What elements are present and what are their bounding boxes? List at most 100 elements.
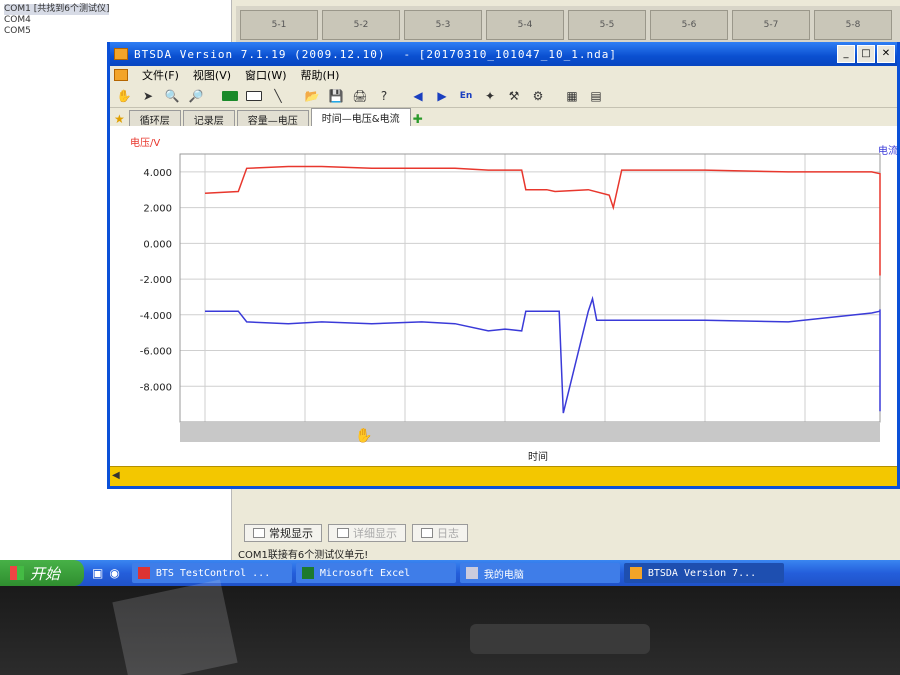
file-title: - [20170310_101047_10_1.nda] xyxy=(403,47,617,61)
tab-capacity-voltage[interactable]: 容量—电压 xyxy=(236,110,309,127)
close-button[interactable]: ✕ xyxy=(877,45,895,63)
toolbar-separator xyxy=(552,87,558,105)
start-label: 开始 xyxy=(30,564,61,583)
line-icon[interactable]: ╲ xyxy=(268,87,288,105)
voltage-series-line xyxy=(204,165,881,276)
task-label: 我的电脑 xyxy=(483,569,524,581)
tree-item-com1[interactable]: COM1 [共找到6个测试仪] xyxy=(4,4,110,15)
tab-label: 日志 xyxy=(437,527,459,540)
menu-bar: 文件(F) 视图(V) 窗口(W) 帮助(H) xyxy=(110,66,897,84)
tool2-icon[interactable]: ⚙ xyxy=(528,87,548,105)
task-btsda[interactable]: BTSDA Version 7... xyxy=(623,563,784,583)
x-axis-label: 时间 xyxy=(528,450,548,463)
task-label: BTSDA Version 7... xyxy=(647,567,757,579)
horizontal-scrollbar[interactable]: ◀ xyxy=(110,466,897,486)
start-button[interactable]: 开始 xyxy=(0,560,84,586)
minimize-button[interactable]: _ xyxy=(837,45,855,63)
y-tick-label: -6.000 xyxy=(140,347,172,358)
bts-icon xyxy=(137,567,150,579)
tree-item-com5[interactable]: COM5 xyxy=(4,26,109,37)
tab-normal-display[interactable]: 常规显示 xyxy=(244,524,322,542)
en-icon[interactable]: En xyxy=(456,87,476,105)
quick-launch: ▣ ◉ xyxy=(84,566,128,580)
app-icon xyxy=(114,48,128,60)
y-tick-label: 2.000 xyxy=(143,204,172,215)
menu-view[interactable]: 视图(V) xyxy=(193,67,231,83)
log-icon xyxy=(421,528,433,538)
display-icon xyxy=(253,528,265,538)
status-bar: COM1联接有6个测试仪单元! xyxy=(238,550,369,561)
y-tick-label: 0.000 xyxy=(143,239,172,250)
pin-icon[interactable]: ✦ xyxy=(480,87,500,105)
task-label: BTS TestControl ... xyxy=(155,567,271,579)
task-bts-testcontrol[interactable]: BTS TestControl ... xyxy=(131,563,292,583)
task-excel[interactable]: Microsoft Excel xyxy=(295,563,456,583)
current-series-line xyxy=(205,295,881,414)
save-icon[interactable]: 💾 xyxy=(326,87,346,105)
help-icon[interactable]: ? xyxy=(374,87,394,105)
tab-cycle-layer[interactable]: 循环层 xyxy=(128,110,181,127)
voltage-current-chart[interactable]: 1:12:001:00:000:48:000:36:000:24:000:12:… xyxy=(110,126,898,466)
add-tab-icon[interactable]: ✚ xyxy=(413,112,423,126)
btsda-icon xyxy=(629,567,642,579)
title-bar[interactable]: BTSDA Version 7.1.19 (2009.12.10) - [201… xyxy=(110,42,897,66)
y-tick-label: 4.000 xyxy=(143,168,172,179)
unit-cell[interactable]: 5-4 xyxy=(486,10,564,40)
tree-item-com4[interactable]: COM4 xyxy=(4,15,109,26)
unit-cell[interactable]: 5-5 xyxy=(568,10,646,40)
desktop-icon[interactable]: ▣ xyxy=(92,566,103,580)
unit-cell[interactable]: 5-2 xyxy=(322,10,400,40)
taskbar: 开始 ▣ ◉ BTS TestControl ... Microsoft Exc… xyxy=(0,560,900,586)
forward-icon[interactable]: ▶ xyxy=(432,87,452,105)
back-icon[interactable]: ◀ xyxy=(408,87,428,105)
x-axis-band xyxy=(180,422,880,442)
hand-icon[interactable]: ✋ xyxy=(114,87,134,105)
plot-frame xyxy=(179,153,881,423)
toolbar: ✋ ➤ 🔍 🔎 ╲ 📂 💾 🖨 ? ◀ ▶ En ✦ ⚒ ⚙ ▦ ▤ xyxy=(110,84,897,108)
tab-time-voltage-current[interactable]: 时间—电压&电流 xyxy=(310,108,411,126)
y-tick-label: -4.000 xyxy=(140,311,172,322)
tab-record-layer[interactable]: 记录层 xyxy=(182,110,235,127)
plot-area[interactable]: 1:12:001:00:000:48:000:36:000:24:000:12:… xyxy=(110,126,898,466)
computer-icon xyxy=(465,567,478,579)
document-icon xyxy=(114,69,128,81)
zoom-out-icon[interactable]: 🔎 xyxy=(186,87,206,105)
menu-file[interactable]: 文件(F) xyxy=(142,67,179,83)
table-icon[interactable]: ▤ xyxy=(586,87,606,105)
monitor-stand xyxy=(470,624,650,654)
y-axis-label-right: 电流 xyxy=(878,144,897,157)
grid-icon[interactable]: ▦ xyxy=(562,87,582,105)
unit-cell[interactable]: 5-3 xyxy=(404,10,482,40)
menu-window[interactable]: 窗口(W) xyxy=(245,67,286,83)
tab-detail-display[interactable]: 详细显示 xyxy=(328,524,406,542)
windows-flag-icon xyxy=(10,566,24,580)
tool-icon[interactable]: ⚒ xyxy=(504,87,524,105)
browser-icon[interactable]: ◉ xyxy=(109,566,119,580)
green-block-icon[interactable] xyxy=(220,87,240,105)
star-icon[interactable]: ★ xyxy=(114,112,125,126)
excel-icon xyxy=(301,567,314,579)
open-folder-icon[interactable]: 📂 xyxy=(302,87,322,105)
menu-help[interactable]: 帮助(H) xyxy=(301,67,340,83)
y-tick-label: -2.000 xyxy=(140,275,172,286)
tab-label: 详细显示 xyxy=(353,527,397,540)
zoom-in-icon[interactable]: 🔍 xyxy=(162,87,182,105)
y-axis-label-left: 电压/V xyxy=(130,136,160,149)
btsda-window: BTSDA Version 7.1.19 (2009.12.10) - [201… xyxy=(107,42,900,489)
maximize-button[interactable]: □ xyxy=(857,45,875,63)
unit-cell[interactable]: 5-1 xyxy=(240,10,318,40)
pointer-icon[interactable]: ➤ xyxy=(138,87,158,105)
hand-cursor-icon: ✋ xyxy=(355,427,372,444)
detail-icon xyxy=(337,528,349,538)
task-my-computer[interactable]: 我的电脑 xyxy=(459,563,620,583)
scroll-left-icon[interactable]: ◀ xyxy=(112,470,120,481)
tab-log[interactable]: 日志 xyxy=(412,524,468,542)
unit-cell[interactable]: 5-6 xyxy=(650,10,728,40)
window-icon[interactable] xyxy=(244,87,264,105)
task-label: Microsoft Excel xyxy=(319,567,411,579)
unit-strip: 5-1 5-2 5-3 5-4 5-5 5-6 5-7 5-8 xyxy=(236,6,900,46)
device-tree: COM1 [共找到6个测试仪] COM4 COM5 xyxy=(4,4,110,37)
print-icon[interactable]: 🖨 xyxy=(350,87,370,105)
unit-cell[interactable]: 5-7 xyxy=(732,10,810,40)
unit-cell[interactable]: 5-8 xyxy=(814,10,892,40)
